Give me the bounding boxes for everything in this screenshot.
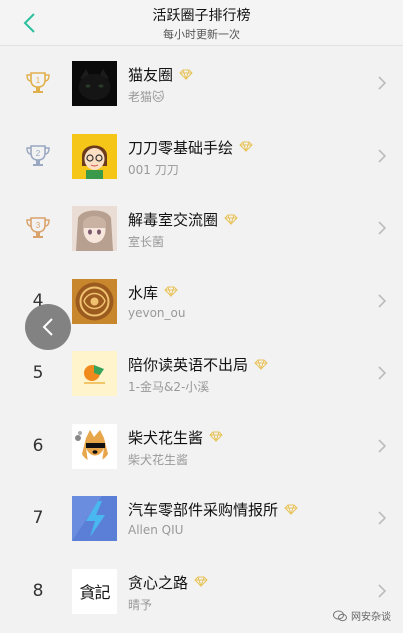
diamond-icon <box>209 428 223 446</box>
bronze-trophy-icon: 3 <box>22 192 54 265</box>
ranking-row[interactable]: 5 陪你读英语不出局 1-金马&2-小溪 <box>0 337 403 410</box>
avatar <box>72 61 117 106</box>
header: 活跃圈子排行榜 每小时更新一次 <box>0 0 403 46</box>
page-subtitle: 每小时更新一次 <box>163 28 240 41</box>
chevron-right-icon <box>378 366 387 380</box>
diamond-icon <box>179 66 193 84</box>
diamond-icon <box>164 283 178 301</box>
rank-number: 6 <box>32 435 44 456</box>
watermark-text: 网安杂谈 <box>351 612 391 623</box>
svg-text:1: 1 <box>36 76 41 85</box>
diamond-icon <box>284 501 298 519</box>
circle-name: 解毒室交流圈 <box>128 209 238 230</box>
circle-name: 水库 <box>128 282 178 303</box>
chevron-left-icon <box>42 318 53 336</box>
circle-owner: Allen QIU <box>128 523 184 537</box>
circle-name: 猫友圈 <box>128 64 193 85</box>
calligraphy-logo: 貪記 <box>79 583 110 602</box>
rank-number: 7 <box>32 508 44 529</box>
avatar <box>72 496 117 541</box>
circle-owner: 老猫🐱 <box>128 90 165 104</box>
diamond-icon <box>254 356 268 374</box>
chevron-right-icon <box>378 76 387 90</box>
avatar <box>72 423 117 469</box>
circle-name: 陪你读英语不出局 <box>128 354 268 375</box>
svg-text:2: 2 <box>36 149 41 158</box>
ranking-row[interactable]: 3 解毒室交流圈 室长菌 <box>0 192 403 265</box>
chevron-right-icon <box>378 438 387 453</box>
circle-name: 柴犬花生酱 <box>128 427 223 448</box>
avatar <box>72 278 117 324</box>
circle-owner: 001 刀刀 <box>128 162 179 177</box>
diamond-icon <box>239 138 253 156</box>
chevron-right-icon <box>378 511 387 525</box>
wechat-icon <box>333 610 347 621</box>
avatar <box>72 133 117 179</box>
chevron-right-icon <box>378 293 387 308</box>
avatar <box>72 206 117 251</box>
circle-owner: 晴予 <box>128 597 153 612</box>
rank-number: 8 <box>32 580 44 601</box>
circle-name: 刀刀零基础手绘 <box>128 137 253 158</box>
chevron-right-icon <box>378 221 387 235</box>
circle-name: 汽车零部件采购情报所 <box>128 499 298 520</box>
ranking-row[interactable]: 6 柴犬花生酱 柴犬花生酱 <box>0 410 403 483</box>
chevron-right-icon <box>378 583 387 598</box>
avatar <box>72 351 117 396</box>
ranking-row[interactable]: 7 汽车零部件采购情报所 Allen QIU <box>0 482 403 555</box>
circle-owner: 柴犬花生酱 <box>128 452 189 467</box>
circle-owner: yevon_ou <box>128 305 186 320</box>
floating-back-button[interactable] <box>25 304 71 350</box>
silver-trophy-icon: 2 <box>22 120 54 193</box>
page-title: 活跃圈子排行榜 <box>152 8 251 24</box>
circle-owner: 室长菌 <box>128 235 165 249</box>
gold-trophy-icon: 1 <box>22 47 54 120</box>
watermark: 网安杂谈 <box>333 608 391 623</box>
ranking-row[interactable]: 1 猫友圈 老猫🐱 <box>0 47 403 120</box>
circle-owner: 1-金马&2-小溪 <box>128 380 210 394</box>
chevron-right-icon <box>378 148 387 163</box>
svg-text:3: 3 <box>36 221 41 230</box>
avatar: 貪記 <box>72 568 117 614</box>
diamond-icon <box>224 211 238 229</box>
diamond-icon <box>194 573 208 591</box>
circle-name: 贪心之路 <box>128 572 208 593</box>
ranking-row[interactable]: 2 刀刀零基础手绘 001 刀刀 <box>0 120 403 193</box>
